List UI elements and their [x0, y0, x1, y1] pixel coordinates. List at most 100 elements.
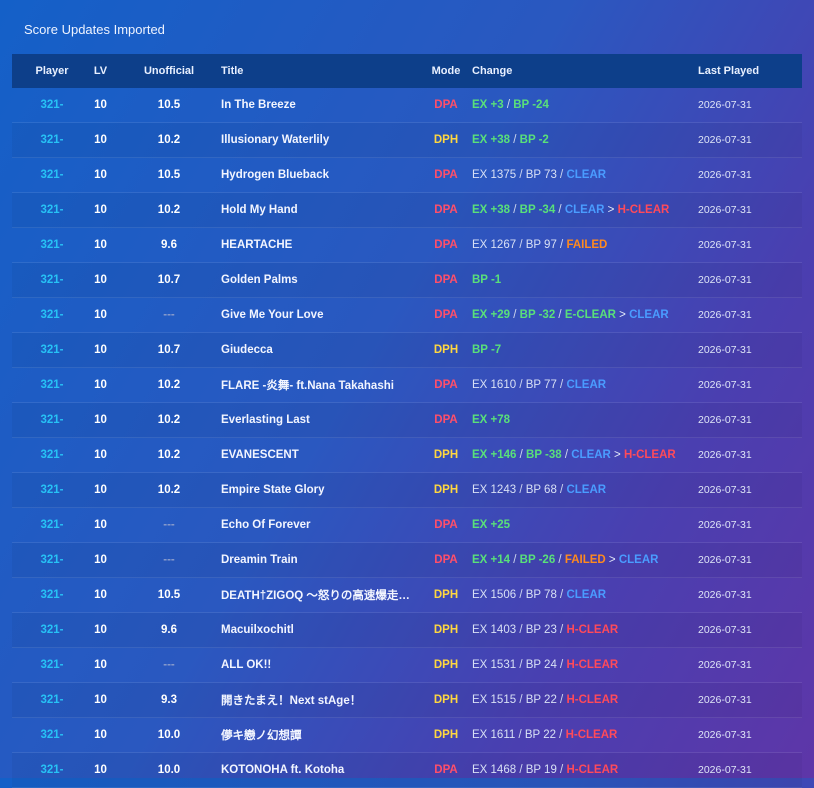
column-header-lv[interactable]: LV	[92, 65, 109, 77]
table-row[interactable]: 321- 10 --- Echo Of Forever DPA EX +25 2026-07…	[12, 508, 802, 543]
mode-cell: DPA	[434, 204, 458, 216]
change-segment: BP 97	[525, 239, 557, 251]
table-row[interactable]: 321- 10 10.5 Hydrogen Blueback DPA EX 1375 / …	[12, 158, 802, 193]
column-header-title[interactable]: Title	[221, 65, 421, 77]
level-cell: 10	[94, 169, 107, 181]
table-row[interactable]: 321- 10 10.2 Hold My Hand DPA EX +38 / BP -34…	[12, 193, 802, 228]
player-link[interactable]: 321-	[40, 624, 63, 636]
level-cell: 10	[94, 204, 107, 216]
player-link[interactable]: 321-	[40, 554, 63, 566]
table-row[interactable]: 321- 10 9.6 HEARTACHE DPA EX 1267 / BP 97 / F…	[12, 228, 802, 263]
change-cell: EX 1611 / BP 22 / H-CLEAR	[472, 729, 618, 741]
table-row[interactable]: 321- 10 10.5 DEATH†ZIGOQ ～怒りの高速爆走野郎～ DPH EX 1…	[12, 578, 802, 613]
song-title-cell[interactable]: Illusionary Waterlily	[221, 134, 421, 146]
change-segment: CLEAR	[566, 484, 607, 496]
level-cell: 10	[94, 519, 107, 531]
level-cell: 10	[94, 554, 107, 566]
player-link[interactable]: 321-	[40, 449, 63, 461]
song-title-cell[interactable]: ALL OK!!	[221, 659, 421, 671]
change-segment: FAILED	[564, 554, 606, 566]
song-title-cell[interactable]: Giudecca	[221, 344, 421, 356]
player-link[interactable]: 321-	[40, 729, 63, 741]
song-title-cell[interactable]: 開きたまえ！Next stAge！	[221, 692, 421, 708]
player-link[interactable]: 321-	[40, 344, 63, 356]
change-cell: EX +3 / BP -24	[472, 99, 549, 111]
last-played-cell: 2026-07-31	[698, 239, 752, 251]
change-segment: EX 1611	[472, 729, 516, 741]
player-cell: 321-	[12, 694, 92, 706]
song-title-cell[interactable]: Dreamin Train	[221, 554, 421, 566]
change-cell: EX 1506 / BP 78 / CLEAR	[472, 589, 607, 601]
player-link[interactable]: 321-	[40, 589, 63, 601]
song-title-cell[interactable]: Empire State Glory	[221, 484, 421, 496]
player-link[interactable]: 321-	[40, 659, 63, 671]
table-row[interactable]: 321- 10 10.2 Empire State Glory DPH EX 1243 /…	[12, 473, 802, 508]
change-segment: EX 1468	[472, 764, 517, 776]
unofficial-level-cell: 10.2	[157, 204, 181, 216]
change-segment: H-CLEAR	[566, 694, 619, 706]
player-link[interactable]: 321-	[40, 484, 63, 496]
table-row[interactable]: 321- 10 10.5 In The Breeze DPA EX +3 / BP -24…	[12, 88, 802, 123]
column-header-unofficial[interactable]: Unofficial	[129, 65, 209, 77]
change-segment: EX +38	[472, 204, 511, 216]
change-segment: EX 1515	[472, 694, 517, 706]
change-segment: H-CLEAR	[623, 449, 676, 461]
column-header-player[interactable]: Player	[12, 65, 92, 77]
unofficial-level-cell: 9.3	[161, 694, 177, 706]
change-segment: BP 68	[525, 484, 557, 496]
last-played-cell: 2026-07-31	[698, 554, 752, 566]
change-segment: BP -2	[519, 134, 549, 146]
player-link[interactable]: 321-	[40, 309, 63, 321]
song-title-cell[interactable]: HEARTACHE	[221, 239, 421, 251]
table-row[interactable]: 321- 10 10.0 儚キ戀ノ幻想譚 DPH EX 1611 / BP 22 / H-…	[12, 718, 802, 753]
level-cell: 10	[94, 624, 107, 636]
player-link[interactable]: 321-	[40, 134, 63, 146]
song-title-cell[interactable]: Echo Of Forever	[221, 519, 421, 531]
change-cell: EX 1610 / BP 77 / CLEAR	[472, 379, 607, 391]
song-title-cell[interactable]: Macuilxochitl	[221, 624, 421, 636]
song-title-cell[interactable]: Give Me Your Love	[221, 309, 421, 321]
table-row[interactable]: 321- 10 --- Dreamin Train DPA EX +14 / BP -26…	[12, 543, 802, 578]
last-played-cell: 2026-07-31	[698, 379, 752, 391]
table-row[interactable]: 321- 10 10.2 EVANESCENT DPH EX +146 / BP -38 …	[12, 438, 802, 473]
column-header-change[interactable]: Change	[472, 65, 692, 77]
player-link[interactable]: 321-	[40, 274, 63, 286]
change-segment: CLEAR	[618, 554, 659, 566]
table-row[interactable]: 321- 10 10.0 KOTONOHA ft. Kotoha DPA EX 1468 …	[12, 753, 802, 788]
player-link[interactable]: 321-	[40, 204, 63, 216]
table-row[interactable]: 321- 10 10.7 Giudecca DPH BP -7 2026-07-31	[12, 333, 802, 368]
song-title-cell[interactable]: DEATH†ZIGOQ ～怒りの高速爆走野郎～	[221, 587, 421, 603]
song-title-cell[interactable]: Everlasting Last	[221, 414, 421, 426]
level-cell: 10	[94, 729, 107, 741]
table-row[interactable]: 321- 10 9.6 Macuilxochitl DPH EX 1403 / BP 23…	[12, 613, 802, 648]
player-link[interactable]: 321-	[40, 379, 63, 391]
column-header-mode[interactable]: Mode	[426, 65, 466, 77]
player-link[interactable]: 321-	[40, 694, 63, 706]
last-played-cell: 2026-07-31	[698, 344, 752, 356]
table-row[interactable]: 321- 10 9.3 開きたまえ！Next stAge！ DPH EX 1515 / B…	[12, 683, 802, 718]
table-row[interactable]: 321- 10 10.2 Everlasting Last DPA EX +78 2026-…	[12, 403, 802, 438]
column-header-last-played[interactable]: Last Played	[698, 65, 798, 77]
song-title-cell[interactable]: In The Breeze	[221, 99, 421, 111]
player-link[interactable]: 321-	[40, 239, 63, 251]
player-link[interactable]: 321-	[40, 99, 63, 111]
unofficial-level-cell: ---	[163, 659, 175, 671]
table-row[interactable]: 321- 10 --- Give Me Your Love DPA EX +29 / BP…	[12, 298, 802, 333]
player-link[interactable]: 321-	[40, 764, 63, 776]
player-link[interactable]: 321-	[40, 519, 63, 531]
song-title-cell[interactable]: Golden Palms	[221, 274, 421, 286]
table-row[interactable]: 321- 10 10.2 FLARE -炎舞- ft.Nana Takahashi DP…	[12, 368, 802, 403]
change-segment: EX 1403	[472, 624, 517, 636]
song-title-cell[interactable]: EVANESCENT	[221, 449, 421, 461]
table-row[interactable]: 321- 10 10.2 Illusionary Waterlily DPH EX +38…	[12, 123, 802, 158]
player-cell: 321-	[12, 309, 92, 321]
player-link[interactable]: 321-	[40, 414, 63, 426]
song-title-cell[interactable]: Hold My Hand	[221, 204, 421, 216]
table-row[interactable]: 321- 10 10.7 Golden Palms DPA BP -1 2026-07-31	[12, 263, 802, 298]
song-title-cell[interactable]: Hydrogen Blueback	[221, 169, 421, 181]
player-link[interactable]: 321-	[40, 169, 63, 181]
song-title-cell[interactable]: KOTONOHA ft. Kotoha	[221, 764, 421, 776]
song-title-cell[interactable]: FLARE -炎舞- ft.Nana Takahashi	[221, 377, 421, 393]
table-row[interactable]: 321- 10 --- ALL OK!! DPH EX 1531 / BP 24 / H-…	[12, 648, 802, 683]
song-title-cell[interactable]: 儚キ戀ノ幻想譚	[221, 727, 421, 743]
